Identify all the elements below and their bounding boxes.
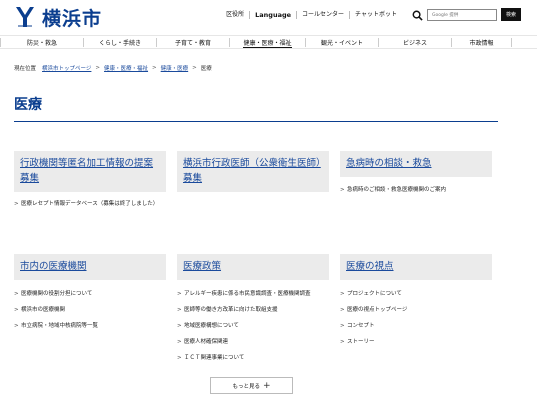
card-link-list: 医療レセプト情報データベース（募集は終了しました） — [14, 200, 166, 208]
card-medical-policy: 医療政策 アレルギー疾患に係る市民意識調査・医療機関調査 医師等の働き方改革に向… — [177, 254, 329, 370]
card-medical-perspective: 医療の視点 プロジェクトについて 医療の視点トップページ コンセプト ストーリー — [340, 254, 492, 354]
card-anonymized-info: 行政機関等匿名加工情報の提案募集 医療レセプト情報データベース（募集は終了しまし… — [14, 151, 166, 216]
gnav-item-tourism[interactable]: 観光・イベント — [306, 38, 379, 47]
gnav-item-business[interactable]: ビジネス — [379, 38, 452, 47]
card-list-item[interactable]: 医療の視点トップページ — [340, 306, 492, 314]
ward-office-link[interactable]: 区役所 — [221, 11, 251, 19]
card-title-link[interactable]: 市内の医療機関 — [20, 259, 160, 274]
gnav-item-health[interactable]: 健康・医療・福祉 — [230, 38, 306, 48]
card-list-item[interactable]: 市立病院・地域中核病院等一覧 — [14, 322, 166, 330]
show-more-label: もっと見る — [232, 383, 260, 390]
gnav-item-living[interactable]: くらし・手続き — [84, 38, 157, 47]
gnav-item-city-info[interactable]: 市政情報 — [452, 38, 512, 47]
card-title-link[interactable]: 医療の視点 — [346, 259, 486, 274]
title-divider — [14, 121, 498, 122]
gnav-label: ビジネス — [402, 40, 427, 47]
gnav-label: くらし・手続き — [98, 40, 141, 47]
city-logo[interactable]: 横浜市 — [14, 4, 102, 30]
logo-text: 横浜市 — [42, 7, 103, 30]
gnav-label: 健康・医療・福祉 — [243, 39, 292, 48]
gnav-item-childcare[interactable]: 子育て・教育 — [157, 38, 230, 47]
card-title-link[interactable]: 急病時の相談・救急 — [346, 156, 486, 171]
page-title: 医療 — [14, 97, 42, 113]
card-title-link[interactable]: 行政機関等匿名加工情報の提案募集 — [20, 156, 160, 186]
card-medical-institutions: 市内の医療機関 医療機関の役割分担について 横浜市の医療機関 市立病院・地域中核… — [14, 254, 166, 338]
card-list-item[interactable]: 医師等の働き方改革に向けた取組支援 — [177, 306, 329, 314]
card-title-link[interactable]: 横浜市行政医師（公衆衛生医師）募集 — [183, 156, 323, 186]
card-list-item[interactable]: 医療人材確保関連 — [177, 338, 329, 346]
breadcrumb-current-page: 医療 — [200, 66, 212, 72]
card-link-list: アレルギー疾患に係る市民意識調査・医療機関調査 医師等の働き方改革に向けた取組支… — [177, 290, 329, 362]
gnav-label: 子育て・教育 — [174, 40, 211, 47]
yokohama-emblem-icon — [16, 7, 34, 27]
card-list-item[interactable]: 横浜市の医療機関 — [14, 306, 166, 314]
breadcrumb-link-health-welfare[interactable]: 健康・医療・福祉 — [104, 64, 148, 72]
global-nav: 防災・救急 くらし・手続き 子育て・教育 健康・医療・福祉 観光・イベント ビジ… — [0, 35, 537, 49]
language-link[interactable]: Language — [250, 11, 298, 19]
card-list-item[interactable]: 急病時のご相談・救急医療機関のご案内 — [340, 186, 492, 194]
gnav-label: 観光・イベント — [320, 40, 363, 47]
breadcrumb-separator: > — [152, 65, 157, 71]
card-link-list: 急病時のご相談・救急医療機関のご案内 — [340, 186, 492, 194]
site-header: 横浜市 区役所 Language コールセンター チャットボット 検索 — [0, 0, 537, 34]
plus-icon: + — [262, 380, 271, 391]
card-title-link[interactable]: 医療政策 — [183, 259, 323, 274]
utility-nav: 区役所 Language コールセンター チャットボット 検索 — [221, 8, 521, 21]
card-header: 医療の視点 — [340, 254, 492, 280]
card-emergency-consultation: 急病時の相談・救急 急病時のご相談・救急医療機関のご案内 — [340, 151, 492, 202]
gnav-label: 市政情報 — [469, 40, 494, 47]
gnav-item-disaster[interactable]: 防災・救急 — [0, 38, 84, 47]
call-center-link[interactable]: コールセンター — [297, 11, 351, 19]
card-list-item[interactable]: ストーリー — [340, 338, 492, 346]
card-list-item[interactable]: 地域医療構想について — [177, 322, 329, 330]
card-list-item[interactable]: アレルギー疾患に係る市民意識調査・医療機関調査 — [177, 290, 329, 298]
card-list-item[interactable]: 医療機関の役割分担について — [14, 290, 166, 298]
search-button[interactable]: 検索 — [501, 8, 521, 21]
card-list-item[interactable]: 医療レセプト情報データベース（募集は終了しました） — [14, 200, 166, 208]
gnav-label: 防災・救急 — [26, 40, 57, 47]
card-link-list: プロジェクトについて 医療の視点トップページ コンセプト ストーリー — [340, 290, 492, 346]
card-list-item[interactable]: コンセプト — [340, 322, 492, 330]
search-input[interactable] — [427, 9, 497, 21]
breadcrumb-current-label: 現在位置 — [14, 66, 37, 72]
breadcrumb-link-health-medical[interactable]: 健康・医療 — [161, 64, 189, 72]
card-list-item[interactable]: ＩＣＴ関連事業について — [177, 354, 329, 362]
card-link-list: 医療機関の役割分担について 横浜市の医療機関 市立病院・地域中核病院等一覧 — [14, 290, 166, 330]
breadcrumb-separator: > — [95, 65, 101, 71]
card-header: 横浜市行政医師（公衆衛生医師）募集 — [177, 151, 329, 192]
breadcrumb-separator: > — [192, 65, 197, 71]
search-icon[interactable] — [412, 10, 423, 21]
show-more-button[interactable]: もっと見る + — [210, 377, 293, 394]
card-list-item[interactable]: プロジェクトについて — [340, 290, 492, 298]
breadcrumb: 現在位置 横浜市トップページ > 健康・医療・福祉 > 健康・医療 > 医療 — [14, 64, 212, 72]
card-header: 市内の医療機関 — [14, 254, 166, 280]
breadcrumb-link-top[interactable]: 横浜市トップページ — [42, 64, 91, 72]
card-header: 医療政策 — [177, 254, 329, 280]
card-header: 行政機関等匿名加工情報の提案募集 — [14, 151, 166, 192]
card-header: 急病時の相談・救急 — [340, 151, 492, 177]
card-public-health-doctor: 横浜市行政医師（公衆衛生医師）募集 — [177, 151, 329, 192]
chatbot-link[interactable]: チャットボット — [350, 11, 402, 19]
